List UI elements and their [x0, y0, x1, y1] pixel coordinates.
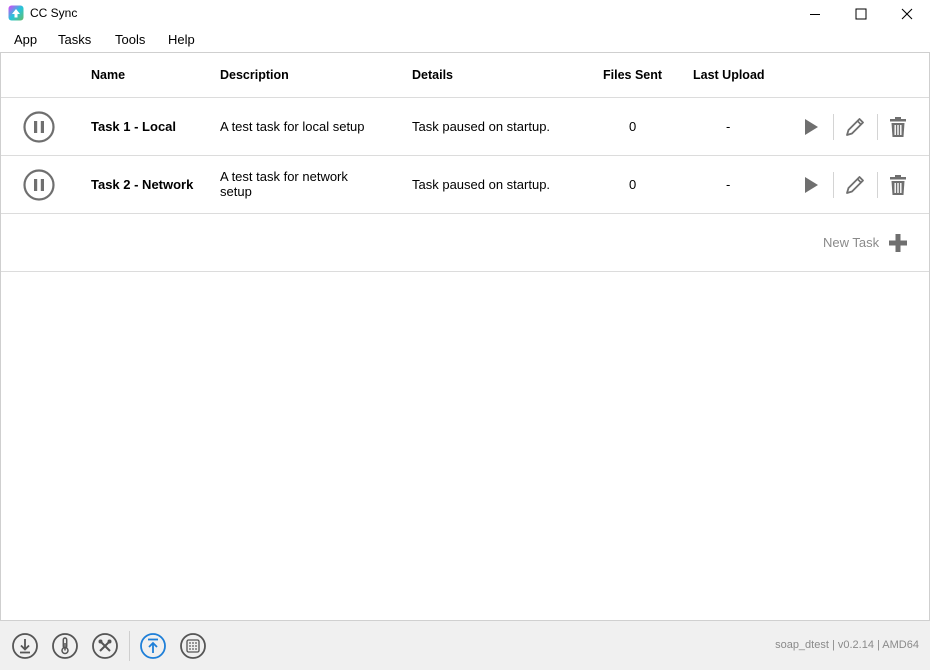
- divider: [833, 114, 834, 140]
- close-icon: [901, 8, 913, 20]
- play-button[interactable]: [799, 115, 823, 139]
- task-last-upload: -: [726, 119, 731, 134]
- divider: [877, 172, 878, 198]
- plus-icon[interactable]: [888, 233, 908, 253]
- task-name: Task 2 - Network: [91, 177, 194, 192]
- task-last-upload: -: [726, 177, 731, 192]
- maximize-button[interactable]: [838, 0, 884, 28]
- menu-help[interactable]: Help: [168, 32, 195, 47]
- edit-button[interactable]: [843, 173, 867, 197]
- tools-icon[interactable]: [91, 632, 119, 660]
- toolbar-divider: [129, 631, 130, 661]
- play-icon: [805, 119, 818, 135]
- edit-button[interactable]: [843, 115, 867, 139]
- title-bar: CC Sync: [0, 0, 930, 28]
- header-description: Description: [220, 68, 289, 82]
- minimize-icon: [810, 14, 820, 15]
- pause-circle-icon[interactable]: [23, 111, 55, 143]
- task-files-sent: 0: [629, 177, 637, 192]
- download-icon[interactable]: [11, 632, 39, 660]
- upload-icon[interactable]: [139, 632, 167, 660]
- play-icon: [805, 177, 818, 193]
- trash-icon: [890, 175, 906, 195]
- menu-tools[interactable]: Tools: [115, 32, 145, 47]
- menu-tasks[interactable]: Tasks: [58, 32, 91, 47]
- window-title: CC Sync: [30, 6, 78, 20]
- divider: [833, 172, 834, 198]
- task-name: Task 1 - Local: [91, 119, 177, 134]
- table-row[interactable]: Task 1 - Local A test task for local set…: [1, 98, 929, 156]
- maximize-icon: [855, 8, 867, 20]
- play-button[interactable]: [799, 173, 823, 197]
- app-logo-icon: [8, 5, 24, 21]
- trash-icon: [890, 117, 906, 137]
- bottom-toolbar: soap_dtest | v0.2.14 | AMD64: [0, 620, 930, 670]
- task-details: Task paused on startup.: [412, 119, 551, 134]
- thermometer-icon[interactable]: [51, 632, 79, 660]
- pencil-icon: [846, 118, 864, 136]
- task-details: Task paused on startup.: [412, 177, 551, 192]
- new-task-row: New Task: [1, 214, 929, 272]
- new-task-button[interactable]: New Task: [823, 235, 879, 250]
- menu-bar: App Tasks Tools Help: [0, 29, 930, 51]
- task-description: A test task for network setup: [220, 169, 348, 199]
- grid-icon[interactable]: [179, 632, 207, 660]
- task-description: A test task for local setup: [220, 119, 365, 134]
- close-button[interactable]: [884, 0, 930, 28]
- table-header: Name Description Details Files Sent Last…: [1, 53, 929, 98]
- task-list-panel: Name Description Details Files Sent Last…: [0, 52, 930, 620]
- header-name: Name: [91, 68, 126, 82]
- table-row[interactable]: Task 2 - Network A test task for network…: [1, 156, 929, 214]
- divider: [877, 114, 878, 140]
- pause-circle-icon[interactable]: [23, 169, 55, 201]
- header-last-upload: Last Upload: [693, 68, 765, 82]
- menu-app[interactable]: App: [14, 32, 37, 47]
- version-label: soap_dtest | v0.2.14 | AMD64: [775, 639, 919, 651]
- header-details: Details: [412, 68, 453, 82]
- header-files-sent: Files Sent: [603, 68, 663, 82]
- delete-button[interactable]: [886, 115, 910, 139]
- task-files-sent: 0: [629, 119, 637, 134]
- minimize-button[interactable]: [792, 0, 838, 28]
- delete-button[interactable]: [886, 173, 910, 197]
- pencil-icon: [846, 176, 864, 194]
